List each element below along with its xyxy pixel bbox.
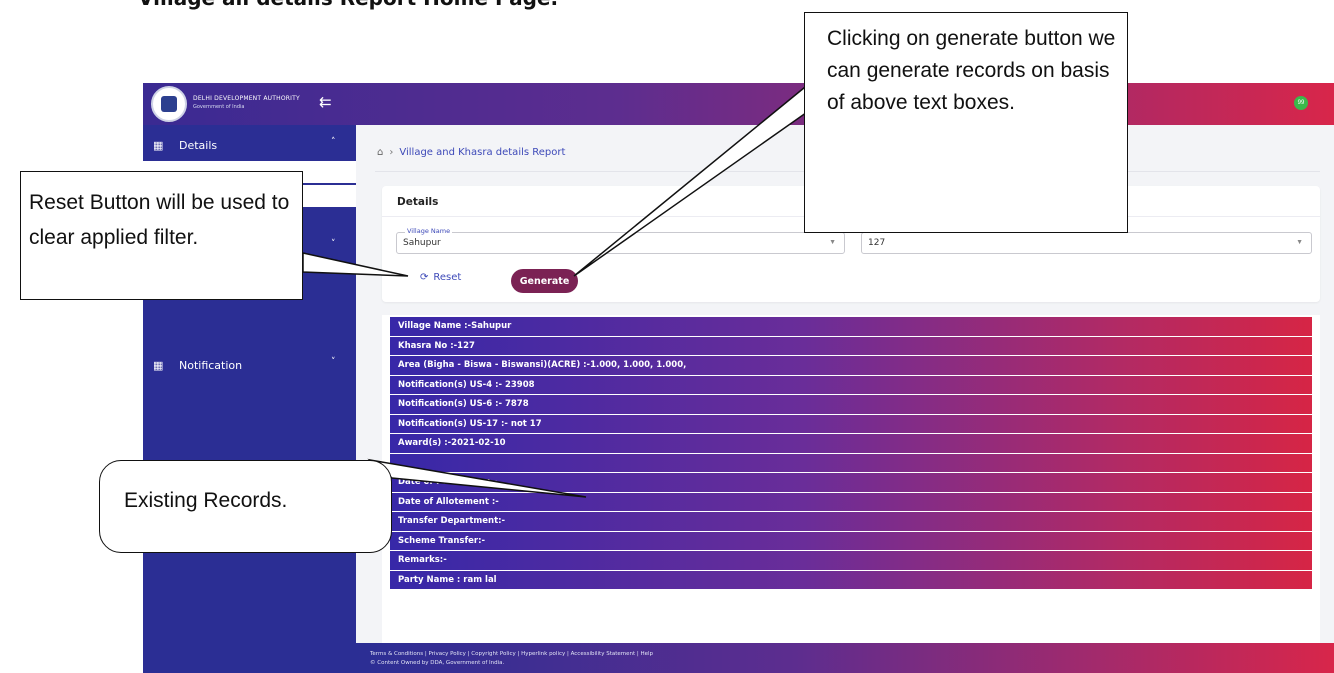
breadcrumb-current[interactable]: Village and Khasra details Report: [399, 147, 565, 158]
record-row: Party Name : ram lal: [390, 570, 1312, 590]
grid-icon: ▦: [153, 139, 164, 152]
record-row: Area (Bigha - Biswa - Biswansi)(ACRE) :-…: [390, 356, 1312, 376]
notification-bell-icon[interactable]: 99: [1294, 96, 1308, 110]
org-name: DELHI DEVELOPMENT AUTHORITY: [193, 95, 300, 102]
dropdown-arrow-icon: ▼: [1296, 239, 1303, 246]
card-title: Details: [397, 196, 439, 208]
chevron-up-icon: ˄: [331, 137, 336, 147]
app-window: DELHI DEVELOPMENT AUTHORITY Government o…: [143, 83, 1334, 673]
menu-collapse-icon[interactable]: ⇇: [319, 93, 332, 111]
sidebar-item-details[interactable]: ▦ Details ˄: [143, 131, 356, 161]
dropdown-arrow-icon: ▼: [829, 239, 836, 246]
field-value: Sahupur: [403, 238, 441, 248]
reset-label: Reset: [433, 272, 462, 283]
village-name-select[interactable]: Village Name Sahupur ▼: [396, 227, 845, 254]
chevron-down-icon: ˅: [331, 239, 336, 249]
record-row: Date of Possesion :--: [390, 473, 1312, 493]
record-row: Khasra No :-127: [390, 336, 1312, 356]
top-navbar: DELHI DEVELOPMENT AUTHORITY Government o…: [143, 83, 1334, 125]
chevron-down-icon: ˅: [331, 357, 336, 367]
document-heading: Village all details Report Home Page.: [138, 0, 558, 10]
sidebar-item-label: Details: [179, 139, 218, 152]
generate-button[interactable]: Generate: [511, 269, 578, 293]
dda-logo: [151, 86, 187, 122]
records-panel: Village Name :-Sahupur Khasra No :-127 A…: [382, 315, 1320, 645]
record-row: Notification(s) US-4 :- 23908: [390, 375, 1312, 395]
sidebar-item-notification[interactable]: ▦ Notification ˅: [143, 351, 356, 381]
field-value: 127: [868, 238, 886, 248]
existing-records-callout: Existing Records.: [99, 460, 392, 553]
breadcrumb: ⌂ › Village and Khasra details Report: [377, 147, 565, 158]
record-row: Transfer Department:-: [390, 512, 1312, 532]
record-row: Date of Allotement :-: [390, 492, 1312, 512]
record-row: [390, 453, 1312, 473]
breadcrumb-separator: ›: [389, 147, 394, 158]
footer-copyright: © Content Owned by DDA, Government of In…: [370, 660, 505, 666]
record-row: Notification(s) US-17 :- not 17: [390, 414, 1312, 434]
refresh-icon: ⟳: [420, 272, 429, 283]
reset-callout: Reset Button will be used to clear appli…: [20, 171, 303, 300]
footer: Terms & Conditions | Privacy Policy | Co…: [356, 643, 1334, 673]
footer-links[interactable]: Terms & Conditions | Privacy Policy | Co…: [370, 651, 653, 657]
org-subtitle: Government of India: [193, 104, 245, 110]
field-label: Village Name: [405, 227, 453, 235]
khasra-no-select[interactable]: 127 ▼: [861, 232, 1312, 254]
record-row: Award(s) :-2021-02-10: [390, 434, 1312, 454]
record-row: Scheme Transfer:-: [390, 531, 1312, 551]
records-list: Village Name :-Sahupur Khasra No :-127 A…: [390, 317, 1312, 590]
grid-icon: ▦: [153, 359, 164, 372]
home-icon[interactable]: ⌂: [377, 147, 383, 158]
sidebar-item-label: Notification: [179, 359, 243, 372]
reset-button[interactable]: ⟳ Reset: [420, 272, 461, 283]
record-row: Remarks:-: [390, 551, 1312, 571]
record-row: Village Name :-Sahupur: [390, 317, 1312, 337]
record-row: Notification(s) US-6 :- 7878: [390, 395, 1312, 415]
generate-callout: Clicking on generate button we can gener…: [804, 12, 1128, 233]
